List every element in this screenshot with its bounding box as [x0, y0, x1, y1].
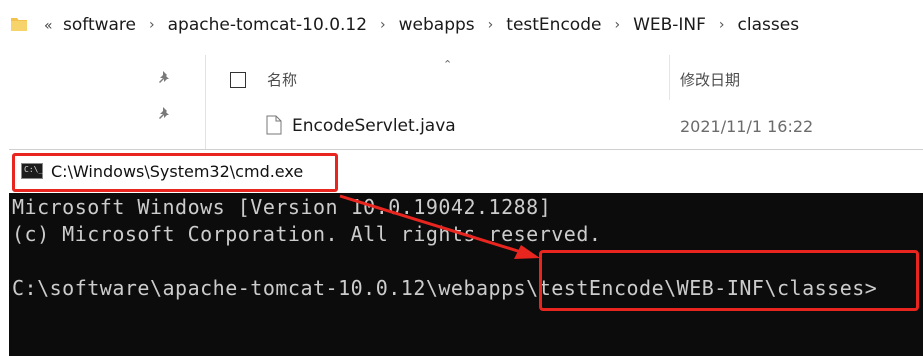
breadcrumb-item-web-inf[interactable]: WEB-INF — [633, 15, 706, 35]
column-separator[interactable] — [669, 55, 670, 100]
chevron-right-icon[interactable]: › — [380, 17, 386, 33]
breadcrumb-item-testencode[interactable]: testEncode — [506, 15, 601, 35]
column-header-row: 名称 ⌃ 修改日期 — [206, 55, 923, 100]
file-list-item[interactable]: EncodeServlet.java 2021/11/1 16:22 — [206, 112, 923, 142]
select-all-checkbox[interactable] — [230, 72, 246, 88]
pin-icon[interactable] — [158, 106, 172, 120]
column-header-name[interactable]: 名称 — [267, 69, 297, 90]
breadcrumb-item-software[interactable]: software — [63, 15, 136, 35]
title-highlight-box — [12, 153, 338, 192]
sort-ascending-icon: ⌃ — [443, 58, 453, 71]
console-output[interactable]: Microsoft Windows [Version 10.0.19042.12… — [9, 193, 923, 356]
java-file-icon — [266, 115, 282, 135]
file-name: EncodeServlet.java — [292, 116, 456, 136]
address-bar[interactable]: « software › apache-tomcat-10.0.12 › web… — [0, 0, 923, 52]
path-highlight-box — [539, 250, 919, 311]
pin-icon[interactable] — [158, 70, 172, 84]
column-header-date-modified[interactable]: 修改日期 — [680, 69, 740, 90]
file-date-modified: 2021/11/1 16:22 — [680, 117, 814, 136]
chevron-right-icon[interactable]: › — [719, 17, 725, 33]
folder-icon — [11, 18, 27, 31]
breadcrumb: software › apache-tomcat-10.0.12 › webap… — [63, 15, 799, 35]
console-line: Microsoft Windows [Version 10.0.19042.12… — [12, 195, 552, 219]
chevron-right-icon[interactable]: › — [488, 17, 494, 33]
file-explorer-window: « software › apache-tomcat-10.0.12 › web… — [0, 0, 923, 150]
breadcrumb-item-classes[interactable]: classes — [738, 15, 800, 35]
breadcrumb-item-apache-tomcat[interactable]: apache-tomcat-10.0.12 — [168, 15, 367, 35]
chevron-right-icon[interactable]: › — [149, 17, 155, 33]
console-line: (c) Microsoft Corporation. All rights re… — [12, 222, 602, 246]
breadcrumb-overflow-button[interactable]: « — [44, 18, 53, 34]
breadcrumb-item-webapps[interactable]: webapps — [399, 15, 475, 35]
cmd-window: C:\_ C:\Windows\System32\cmd.exe Microso… — [9, 149, 923, 356]
chevron-right-icon[interactable]: › — [614, 17, 620, 33]
cmd-titlebar[interactable]: C:\_ C:\Windows\System32\cmd.exe — [9, 149, 923, 194]
